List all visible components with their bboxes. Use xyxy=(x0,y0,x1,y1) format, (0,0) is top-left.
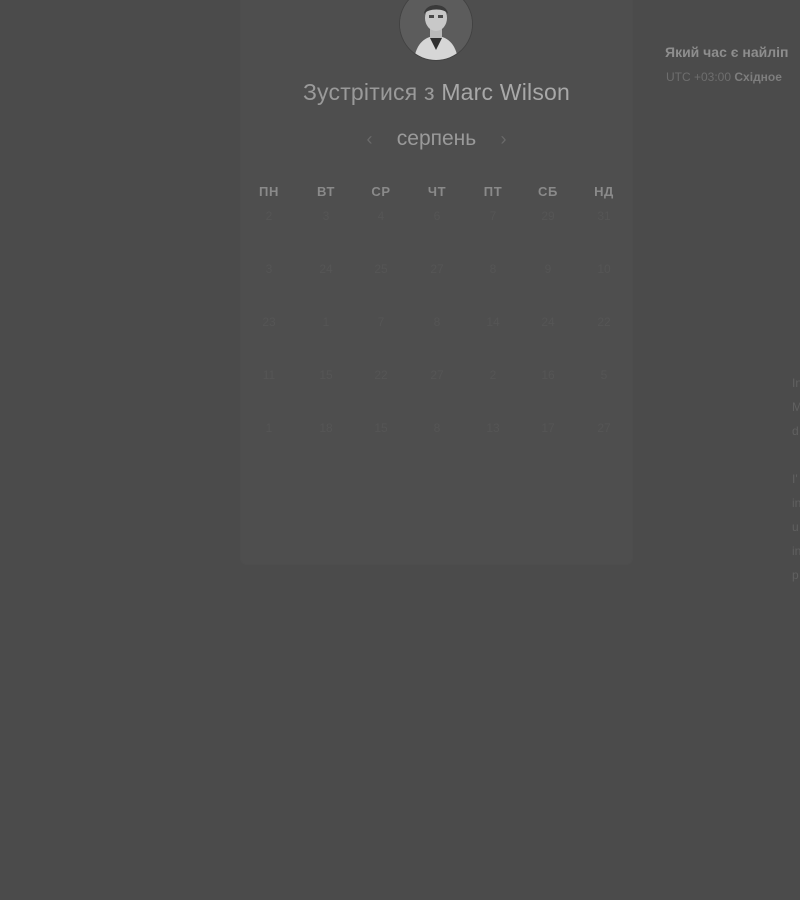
calendar-day[interactable]: 11 xyxy=(254,362,284,388)
timezone-selector[interactable]: UTC +03:00 Східное xyxy=(666,70,782,84)
calendar-day[interactable]: 18 xyxy=(311,415,341,441)
calendar-day[interactable]: 7 xyxy=(478,203,508,229)
calendar-day[interactable]: 17 xyxy=(533,415,563,441)
calendar-day[interactable]: 7 xyxy=(366,309,396,335)
calendar-day[interactable]: 22 xyxy=(366,362,396,388)
description-line: I' xyxy=(792,472,798,486)
calendar-day[interactable]: 8 xyxy=(422,309,452,335)
calendar-day[interactable]: 31 xyxy=(589,203,619,229)
calendar-day[interactable]: 1 xyxy=(311,309,341,335)
chevron-left-icon[interactable]: ‹ xyxy=(359,124,381,154)
calendar-day[interactable]: 16 xyxy=(533,362,563,388)
calendar-day[interactable]: 10 xyxy=(589,256,619,282)
description-line: u xyxy=(792,520,799,534)
month-label: серпень xyxy=(396,127,477,150)
weekday-label: ПН xyxy=(259,184,279,199)
time-question: Який час є найліп xyxy=(665,44,789,60)
calendar-day[interactable]: 24 xyxy=(533,309,563,335)
calendar-day[interactable]: 2 xyxy=(254,203,284,229)
calendar-day[interactable]: 8 xyxy=(478,256,508,282)
calendar-day[interactable]: 9 xyxy=(533,256,563,282)
calendar-day[interactable]: 15 xyxy=(311,362,341,388)
calendar-day[interactable]: 22 xyxy=(589,309,619,335)
timezone-offset: UTC +03:00 xyxy=(666,70,732,84)
weekday-label: ЧТ xyxy=(427,184,447,199)
meeting-title-prefix: Зустрітися з xyxy=(302,79,435,105)
meeting-title: Зустрітися з Marc Wilson xyxy=(241,79,632,106)
timezone-name: Східное xyxy=(734,70,782,84)
description-line: in xyxy=(792,496,800,510)
calendar-day[interactable]: 2 xyxy=(478,362,508,388)
calendar-day[interactable]: 3 xyxy=(254,256,284,282)
chevron-right-icon[interactable]: › xyxy=(493,124,515,154)
calendar-day[interactable]: 8 xyxy=(422,415,452,441)
description-line: in xyxy=(792,544,800,558)
description-line: d xyxy=(792,424,799,438)
calendar-day[interactable]: 27 xyxy=(422,256,452,282)
weekday-label: СР xyxy=(371,184,391,199)
weekday-label: ВТ xyxy=(316,184,336,199)
scheduling-page: Зустрітися з Marc Wilson ‹ серпень › ПН … xyxy=(0,0,800,900)
weekday-label: СБ xyxy=(538,184,558,199)
month-navigation: ‹ серпень › xyxy=(241,124,632,154)
host-name: Marc Wilson xyxy=(441,79,571,105)
weekday-label: НД xyxy=(594,184,614,199)
calendar-day[interactable]: 3 xyxy=(311,203,341,229)
calendar-day[interactable]: 14 xyxy=(478,309,508,335)
calendar-day[interactable]: 4 xyxy=(366,203,396,229)
description-line: In xyxy=(792,376,800,390)
weekday-label: ПТ xyxy=(483,184,503,199)
calendar-day[interactable]: 1 xyxy=(254,415,284,441)
description-line: M xyxy=(792,400,800,414)
calendar-day[interactable]: 23 xyxy=(254,309,284,335)
calendar-day[interactable]: 5 xyxy=(589,362,619,388)
calendar-day[interactable]: 27 xyxy=(422,362,452,388)
calendar-grid: 2 3 4 6 7 29 31 3 24 25 27 8 9 10 23 1 7… xyxy=(241,200,632,460)
calendar-day[interactable]: 29 xyxy=(533,203,563,229)
calendar-day[interactable]: 6 xyxy=(422,203,452,229)
calendar-day[interactable]: 27 xyxy=(589,415,619,441)
calendar-day[interactable]: 24 xyxy=(311,256,341,282)
description-line: p xyxy=(792,568,799,582)
calendar-day[interactable]: 15 xyxy=(366,415,396,441)
calendar-day[interactable]: 25 xyxy=(366,256,396,282)
calendar-day[interactable]: 13 xyxy=(478,415,508,441)
